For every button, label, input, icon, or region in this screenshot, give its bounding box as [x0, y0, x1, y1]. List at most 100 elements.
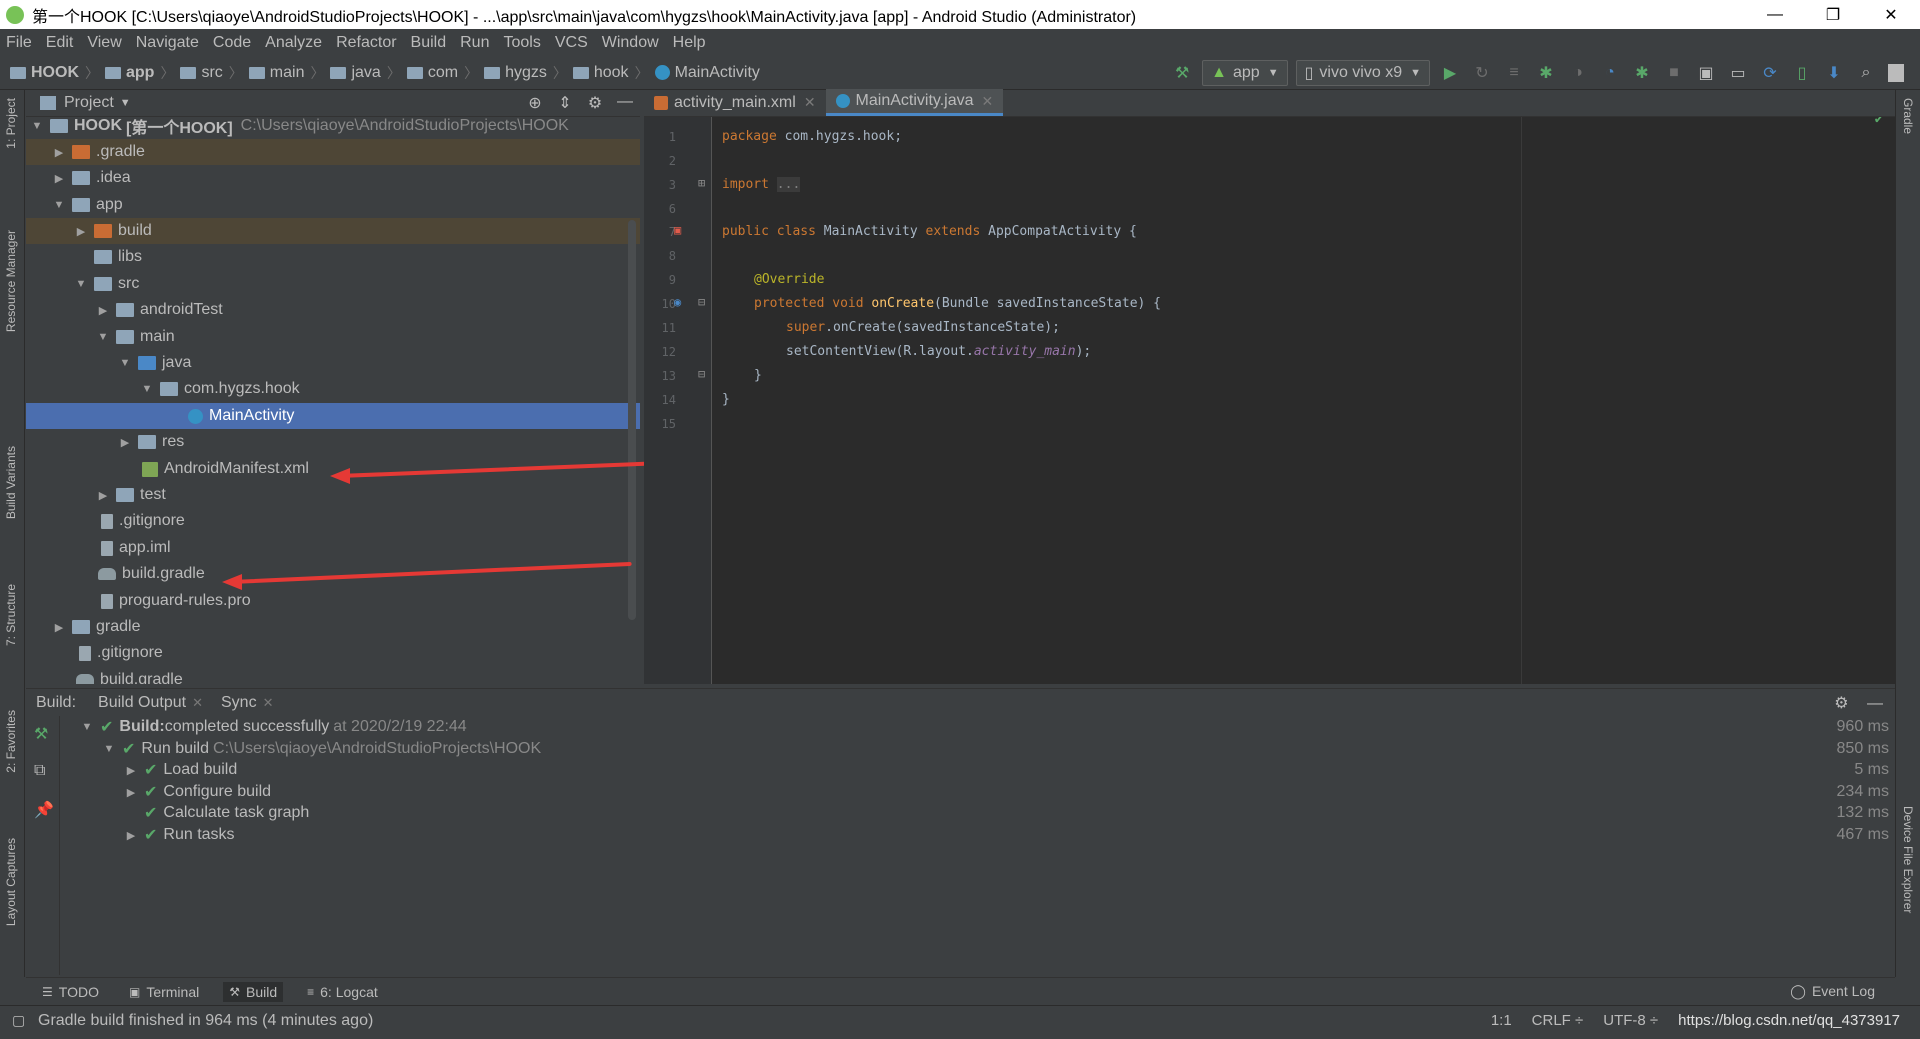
run-config-select[interactable]: ▲ app ▼: [1202, 59, 1288, 86]
hammer-icon[interactable]: ⚒: [34, 724, 48, 744]
menu-build[interactable]: Build: [411, 34, 447, 52]
tree-node[interactable]: ▶ gradle: [26, 614, 640, 640]
breadcrumb-item[interactable]: main: [248, 64, 304, 82]
tree-node[interactable]: ▶ .idea: [26, 165, 640, 191]
build-row[interactable]: ✔ Calculate task graph 132 ms: [60, 802, 1895, 824]
close-tab-icon[interactable]: ✕: [804, 94, 816, 111]
build-row[interactable]: ▼ ✔ Run build C:\Users\qiaoye\AndroidStu…: [60, 738, 1895, 760]
tree-node[interactable]: .gitignore: [26, 640, 640, 666]
tab-project[interactable]: 1: Project: [4, 98, 18, 149]
tree-node[interactable]: ▼ main: [26, 324, 640, 350]
menu-navigate[interactable]: Navigate: [136, 34, 199, 52]
minimize-button[interactable]: —: [1746, 0, 1804, 29]
breadcrumb-item[interactable]: hygzs: [484, 64, 547, 82]
tab-structure[interactable]: 7: Structure: [4, 584, 18, 646]
apply-changes-icon[interactable]: ↻: [1472, 63, 1492, 83]
layout-inspector-icon[interactable]: ▭: [1728, 63, 1748, 83]
attach-debugger-icon[interactable]: ✱: [1632, 63, 1652, 83]
breadcrumb-item[interactable]: com: [406, 64, 458, 82]
tree-node-root[interactable]: ▼ HOOK [第一个HOOK] C:\Users\qiaoye\Android…: [26, 113, 640, 139]
breadcrumb-item[interactable]: src: [180, 64, 223, 82]
editor-tab-mainactivity[interactable]: MainActivity.java ✕: [825, 89, 1004, 116]
breadcrumb-item[interactable]: hook: [572, 64, 629, 82]
coverage-icon[interactable]: ◑: [1568, 63, 1588, 83]
pin-icon[interactable]: 📌: [34, 800, 54, 820]
tree-node-selected[interactable]: MainActivity: [26, 403, 640, 429]
tab-build[interactable]: ⚒ Build: [223, 981, 284, 1002]
menu-run[interactable]: Run: [460, 34, 489, 52]
menu-vcs[interactable]: VCS: [555, 34, 588, 52]
editor-tab-activity-main[interactable]: activity_main.xml ✕: [644, 89, 826, 116]
tree-node[interactable]: ▶ androidTest: [26, 297, 640, 323]
tab-build-output[interactable]: Build Output ✕: [98, 694, 203, 712]
tab-layout-captures[interactable]: Layout Captures: [4, 838, 18, 926]
hide-icon[interactable]: —: [1867, 695, 1883, 712]
tree-node[interactable]: .gitignore: [26, 508, 640, 534]
account-icon[interactable]: [1888, 63, 1904, 82]
run-icon[interactable]: ▶: [1440, 63, 1460, 83]
menu-refactor[interactable]: Refactor: [336, 34, 396, 52]
tab-todo[interactable]: ☰ TODO: [36, 982, 105, 1002]
hammer-icon[interactable]: ⚒: [1172, 63, 1192, 83]
toggle-view-icon[interactable]: ⧉: [34, 762, 45, 780]
tab-logcat[interactable]: ≡ 6: Logcat: [301, 982, 384, 1002]
tree-node[interactable]: ▼ com.hygzs.hook: [26, 376, 640, 402]
menu-help[interactable]: Help: [673, 34, 706, 52]
menu-edit[interactable]: Edit: [46, 34, 74, 52]
tab-build-variants[interactable]: Build Variants: [4, 446, 18, 519]
locate-icon[interactable]: ⊕: [520, 93, 550, 113]
apply-code-changes-icon[interactable]: ≡: [1504, 63, 1524, 83]
project-structure-icon[interactable]: ▣: [1696, 63, 1716, 83]
gear-icon[interactable]: ⚙: [1834, 695, 1848, 712]
breadcrumb-item[interactable]: app: [105, 64, 154, 82]
tree-node[interactable]: ▼ app: [26, 192, 640, 218]
activity-gutter-icon[interactable]: ▣: [674, 223, 681, 237]
menu-tools[interactable]: Tools: [503, 34, 540, 52]
fold-icon[interactable]: ⊟: [698, 295, 705, 309]
tab-terminal[interactable]: ▣ Terminal: [123, 982, 205, 1002]
inspection-ok-icon[interactable]: ✔: [1875, 117, 1883, 127]
tree-node[interactable]: ▶ build: [26, 218, 640, 244]
fold-icon[interactable]: ⊟: [698, 367, 705, 381]
build-row[interactable]: ▶ ✔ Configure build 234 ms: [60, 781, 1895, 803]
caret-position[interactable]: 1:1: [1491, 1012, 1512, 1029]
file-encoding[interactable]: UTF-8 ÷: [1603, 1012, 1658, 1029]
hide-icon[interactable]: —: [610, 93, 640, 113]
tree-node[interactable]: proguard-rules.pro: [26, 588, 640, 614]
close-tab-icon[interactable]: ✕: [192, 695, 203, 710]
menu-code[interactable]: Code: [213, 34, 251, 52]
menu-view[interactable]: View: [87, 34, 121, 52]
profile-icon[interactable]: ◔: [1600, 63, 1620, 83]
build-row[interactable]: ▼ ✔ Build: completed successfully at 202…: [60, 716, 1895, 738]
close-tab-icon[interactable]: ✕: [263, 695, 274, 710]
tree-node[interactable]: build.gradle: [26, 667, 640, 684]
maximize-button[interactable]: ❐: [1804, 0, 1862, 29]
close-tab-icon[interactable]: ✕: [982, 93, 994, 110]
tab-device-file-explorer[interactable]: Device File Explorer: [1901, 806, 1915, 913]
tab-gradle[interactable]: Gradle: [1901, 98, 1915, 134]
project-view-select[interactable]: Project: [64, 94, 114, 112]
close-button[interactable]: ✕: [1862, 0, 1920, 29]
tab-event-log[interactable]: ◯ Event Log: [1790, 983, 1875, 1000]
gear-icon[interactable]: ⚙: [580, 93, 610, 113]
status-message[interactable]: Gradle build finished in 964 ms (4 minut…: [38, 1012, 373, 1030]
tree-node[interactable]: ▼ java: [26, 350, 640, 376]
avd-manager-icon[interactable]: ▯: [1792, 63, 1812, 83]
menu-analyze[interactable]: Analyze: [265, 34, 322, 52]
stop-icon[interactable]: ■: [1664, 63, 1684, 83]
fold-icon[interactable]: ⊞: [698, 176, 705, 190]
sdk-manager-icon[interactable]: ⬇: [1824, 63, 1844, 83]
search-icon[interactable]: ⌕: [1856, 63, 1876, 83]
vertical-scrollbar[interactable]: [628, 220, 636, 620]
tree-node[interactable]: ▶ .gradle: [26, 139, 640, 165]
tree-node[interactable]: libs: [26, 244, 640, 270]
breadcrumb-item[interactable]: java: [330, 64, 381, 82]
tree-node[interactable]: ▶ test: [26, 482, 640, 508]
debug-icon[interactable]: ✱: [1536, 63, 1556, 83]
tab-favorites[interactable]: 2: Favorites: [4, 710, 18, 773]
menu-window[interactable]: Window: [602, 34, 659, 52]
build-row[interactable]: ▶ ✔ Run tasks 467 ms: [60, 824, 1895, 846]
sync-gradle-icon[interactable]: ⟳: [1760, 63, 1780, 83]
menu-file[interactable]: File: [6, 34, 32, 52]
tab-sync[interactable]: Sync ✕: [221, 694, 273, 712]
